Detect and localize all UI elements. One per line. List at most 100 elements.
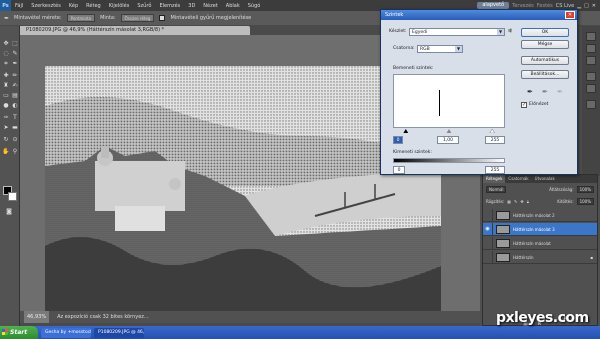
visibility-toggle-icon[interactable] (483, 236, 493, 250)
opacity-field[interactable]: 100% (576, 185, 594, 193)
channel-select[interactable]: RGB ▼ (417, 45, 463, 53)
layer-row[interactable]: Háttérszín másolat 2 (483, 208, 597, 222)
sample-select[interactable]: Összes réteg (120, 14, 155, 22)
lock-all-icon[interactable]: 🔒︎ (527, 199, 529, 204)
history-panel-icon[interactable] (586, 100, 596, 109)
menu-image[interactable]: Kép (65, 3, 82, 9)
adjustments-panel-icon[interactable] (586, 72, 596, 81)
marquee-tool-icon[interactable]: ⬚ (11, 40, 19, 48)
zoom-level[interactable]: 46,93% (24, 311, 50, 323)
menu-3d[interactable]: 3D (184, 3, 199, 9)
input-black-field[interactable]: 0 (393, 136, 403, 144)
tab-paths[interactable]: Útvonalak (532, 175, 558, 183)
white-point-handle[interactable] (489, 129, 495, 133)
eraser-tool-icon[interactable]: ▭ (2, 92, 10, 100)
eye-icon[interactable]: ◉ (483, 222, 493, 236)
eyedropper-tool-icon[interactable]: ✒ (4, 15, 9, 22)
dodge-tool-icon[interactable]: ◐ (11, 102, 19, 110)
blur-tool-icon[interactable]: ● (2, 102, 10, 110)
workspace-design[interactable]: Tervezés (512, 3, 534, 9)
pen-tool-icon[interactable]: ✑ (2, 114, 10, 122)
preset-select[interactable]: Egyedi ▼ (409, 28, 505, 36)
white-eyedropper-icon[interactable]: ✒ (557, 88, 563, 96)
sample-size-select[interactable]: Pontminta (66, 14, 96, 22)
input-gamma-field[interactable]: 1,00 (437, 136, 459, 144)
input-levels-slider[interactable] (393, 129, 505, 133)
workspace-essentials[interactable]: alapvető (477, 2, 510, 9)
black-point-handle[interactable] (403, 129, 409, 133)
fill-field[interactable]: 100% (576, 197, 594, 205)
quick-mask-icon[interactable]: ◙ (5, 208, 13, 216)
styles-panel-icon[interactable] (586, 56, 596, 65)
healing-brush-icon[interactable]: ✚ (2, 72, 10, 80)
start-button[interactable]: Start (0, 326, 38, 339)
options-button[interactable]: Beállítások... (521, 70, 569, 79)
menu-layer[interactable]: Réteg (82, 3, 105, 9)
menu-window[interactable]: Ablak (222, 3, 244, 9)
tab-layers[interactable]: Rétegek (483, 175, 506, 183)
cancel-button[interactable]: Mégse (521, 40, 569, 49)
background-color-swatch[interactable] (8, 192, 17, 201)
masks-panel-icon[interactable] (586, 84, 596, 93)
preset-options-icon[interactable]: ⇶ (508, 29, 512, 34)
menu-view[interactable]: Nézet (199, 3, 221, 9)
preview-checkbox[interactable]: ✓ (521, 102, 527, 108)
minimize-icon[interactable]: ▁ (577, 3, 581, 9)
gray-eyedropper-icon[interactable]: ✒ (542, 88, 548, 96)
history-brush-icon[interactable]: ✍ (11, 82, 19, 90)
gamma-handle[interactable] (446, 129, 452, 133)
visibility-toggle-icon[interactable] (483, 208, 493, 222)
output-white-field[interactable]: 255 (485, 166, 505, 174)
ok-button[interactable]: OK (521, 28, 569, 37)
menu-help[interactable]: Súgó (244, 3, 265, 9)
menu-filter[interactable]: Szűrő (133, 3, 155, 9)
auto-button[interactable]: Automatikus (521, 56, 569, 65)
dialog-titlebar[interactable]: Szintek ✕ (381, 10, 577, 20)
document-tab[interactable]: P1080209.JPG @ 46,9% (Háttérszín másolat… (20, 26, 250, 35)
menu-select[interactable]: Kijelölés (105, 3, 134, 9)
type-tool-icon[interactable]: T (11, 114, 19, 122)
output-black-field[interactable]: 0 (393, 166, 405, 174)
lock-transparency-icon[interactable]: ▦ (507, 199, 511, 204)
cs-live-button[interactable]: CS Live (556, 3, 574, 9)
layer-row[interactable]: Háttérszín másolat (483, 236, 597, 250)
lasso-tool-icon[interactable]: ◌ (2, 50, 10, 58)
workspace-painting[interactable]: Festés (537, 3, 553, 9)
color-panel-icon[interactable] (586, 32, 596, 41)
maximize-icon[interactable]: □ (584, 3, 589, 9)
menu-file[interactable]: Fájl (11, 3, 27, 9)
zoom-tool-icon[interactable]: ⚲ (11, 148, 19, 156)
layer-row-active[interactable]: ◉ Háttérszín másolat 3 (483, 222, 597, 236)
menu-edit[interactable]: Szerkesztés (27, 3, 65, 9)
lock-pixels-icon[interactable]: ✎ (514, 199, 517, 204)
show-ring-checkbox[interactable] (159, 15, 166, 21)
swatches-panel-icon[interactable] (586, 44, 596, 53)
brush-tool-icon[interactable]: ✏ (11, 72, 19, 80)
gradient-tool-icon[interactable]: ▤ (11, 92, 19, 100)
hand-tool-icon[interactable]: ✋ (2, 148, 10, 156)
eyedropper-icon[interactable]: ✒ (11, 60, 19, 68)
clone-stamp-icon[interactable]: ♜ (2, 82, 10, 90)
move-tool-icon[interactable]: ✥ (2, 40, 10, 48)
visibility-toggle-icon[interactable] (483, 250, 493, 264)
black-eyedropper-icon[interactable]: ✒ (527, 88, 533, 96)
close-icon[interactable]: ✕ (592, 3, 596, 9)
histogram-spike (439, 90, 440, 116)
fill-label: Kitöltés: (557, 198, 574, 204)
3d-rotate-icon[interactable]: ↻ (2, 136, 10, 144)
toolbox: ✥ ⬚ ◌ ✎ ⌗ ✒ ✚ ✏ ♜ ✍ ▭ ▤ ● ◐ ✑ T ➤ ▬ ↻ ⊙ … (0, 26, 20, 326)
blend-mode-select[interactable]: Normál (486, 185, 507, 193)
crop-tool-icon[interactable]: ⌗ (2, 60, 10, 68)
input-white-field[interactable]: 255 (485, 136, 505, 144)
taskbar-item-active[interactable]: P1080209.JPG @ 46,... (94, 327, 144, 338)
menu-analysis[interactable]: Elemzés (155, 3, 184, 9)
quick-select-tool-icon[interactable]: ✎ (11, 50, 19, 58)
taskbar-item[interactable]: Gesha by +mosstock... (41, 327, 91, 338)
layer-row[interactable]: Háttérszín ▪ (483, 250, 597, 264)
lock-position-icon[interactable]: ✥ (520, 199, 523, 204)
path-select-icon[interactable]: ➤ (2, 124, 10, 132)
3d-orbit-icon[interactable]: ⊙ (11, 136, 19, 144)
dialog-close-icon[interactable]: ✕ (565, 11, 575, 19)
tab-channels[interactable]: Csatornák (505, 175, 531, 183)
shape-tool-icon[interactable]: ▬ (11, 124, 19, 132)
